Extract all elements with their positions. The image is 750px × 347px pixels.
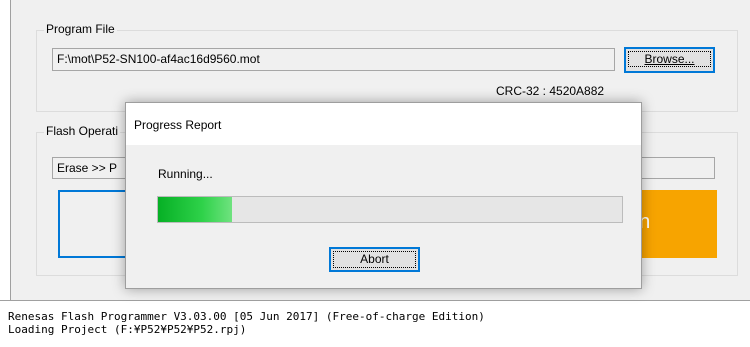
log-line: Renesas Flash Programmer V3.03.00 [05 Ju… [8, 310, 485, 323]
log-line: Loading Project (F:¥P52¥P52¥P52.rpj) [8, 323, 247, 336]
program-file-path-field[interactable]: F:\mot\P52-SN100-af4ac16d9560.mot [52, 48, 615, 71]
progress-status-text: Running... [158, 167, 213, 181]
abort-button[interactable]: Abort [329, 247, 420, 272]
progress-bar [157, 196, 623, 223]
flash-operation-group-title: Flash Operati [44, 124, 121, 138]
program-file-group-title: Program File [44, 22, 117, 36]
dialog-title-bar: Progress Report [126, 103, 641, 145]
abort-button-label: Abort [333, 251, 416, 268]
browse-button[interactable]: Browse... [624, 47, 715, 73]
dialog-title: Progress Report [134, 118, 222, 132]
log-output: Renesas Flash Programmer V3.03.00 [05 Ju… [0, 300, 750, 347]
crc-value: CRC-32 : 4520A882 [496, 84, 605, 98]
progress-report-dialog: Progress Report Running... Abort [125, 102, 642, 289]
progress-bar-fill [158, 197, 233, 222]
window-left-edge [0, 0, 11, 300]
browse-button-label: Browse... [628, 51, 711, 67]
